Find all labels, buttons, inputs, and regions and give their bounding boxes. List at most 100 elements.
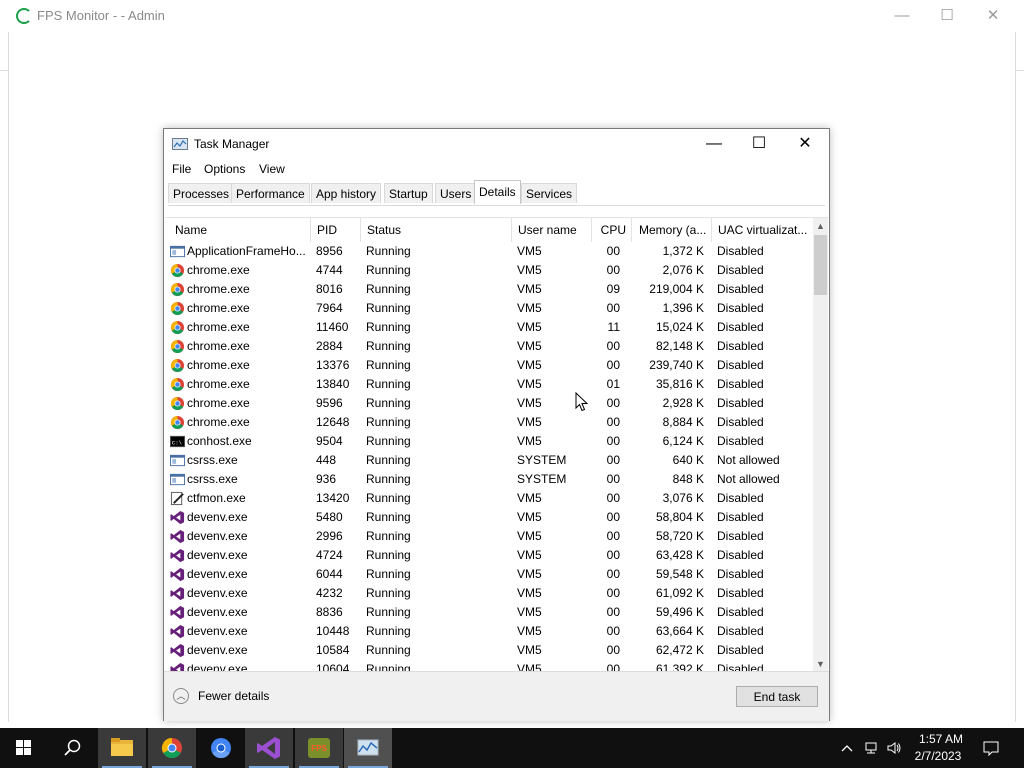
menu-file[interactable]: File [172, 162, 191, 176]
taskbar-chrome-beta[interactable] [197, 728, 245, 768]
process-pid: 5480 [316, 510, 343, 524]
process-name: chrome.exe [187, 320, 250, 334]
tab-processes[interactable]: Processes [168, 183, 235, 203]
fps-close-button[interactable]: ✕ [979, 6, 1007, 26]
tab-startup[interactable]: Startup [384, 183, 433, 203]
process-memory: 1,372 K [662, 244, 704, 258]
fewer-details-link[interactable]: Fewer details [198, 689, 269, 703]
table-row[interactable]: chrome.exe 13376 Running VM5 00 239,740 K Disa… [165, 356, 812, 375]
process-name: chrome.exe [187, 339, 250, 353]
tab-details[interactable]: Details [474, 180, 521, 204]
taskbar-file-explorer[interactable] [98, 728, 146, 768]
table-row[interactable]: devenv.exe 5480 Running VM5 00 58,804 K Disabl… [165, 508, 812, 527]
tab-app-history[interactable]: App history [311, 183, 382, 203]
process-memory: 62,472 K [655, 643, 704, 657]
process-memory: 59,496 K [655, 605, 704, 619]
volume-icon[interactable] [886, 740, 902, 756]
process-cpu: 00 [606, 244, 620, 258]
table-row[interactable]: csrss.exe 448 Running SYSTEM 00 640 K Not allo… [165, 451, 812, 470]
menu-view[interactable]: View [259, 162, 285, 176]
table-row[interactable]: chrome.exe 7964 Running VM5 00 1,396 K Disable… [165, 299, 812, 318]
taskbar-visual-studio[interactable] [245, 728, 293, 768]
process-status: Running [366, 624, 411, 638]
scrollbar-thumb[interactable] [814, 235, 827, 295]
column-header-status[interactable]: Status [361, 218, 512, 242]
taskbar-chrome[interactable] [148, 728, 196, 768]
chrome-icon [170, 282, 185, 297]
column-header-pid[interactable]: PID [311, 218, 361, 242]
fps-monitor-icon: FPS [308, 738, 330, 758]
tab-services[interactable]: Services [521, 183, 578, 203]
menu-options[interactable]: Options [204, 162, 245, 176]
fps-maximize-button[interactable]: ☐ [933, 6, 961, 26]
table-row[interactable]: chrome.exe 9596 Running VM5 00 2,928 K Disable… [165, 394, 812, 413]
process-memory: 2,928 K [662, 396, 704, 410]
svg-text:C:\: C:\ [172, 439, 183, 446]
process-cpu: 00 [606, 472, 620, 486]
process-status: Running [366, 510, 411, 524]
process-user: VM5 [517, 263, 542, 277]
process-status: Running [366, 320, 411, 334]
column-header-name[interactable]: Name [165, 218, 311, 242]
table-row[interactable]: chrome.exe 11460 Running VM5 11 15,024 K Disab… [165, 318, 812, 337]
task-manager-footer: ︿ Fewer details End task [164, 671, 829, 721]
table-row[interactable]: csrss.exe 936 Running SYSTEM 00 848 K Not allo… [165, 470, 812, 489]
vertical-scrollbar[interactable]: ▲ ▼ [813, 218, 828, 672]
table-row[interactable]: devenv.exe 4232 Running VM5 00 61,092 K Disabl… [165, 584, 812, 603]
process-user: VM5 [517, 491, 542, 505]
table-row[interactable]: devenv.exe 4724 Running VM5 00 63,428 K Disabl… [165, 546, 812, 565]
process-memory: 8,884 K [662, 415, 704, 429]
end-task-button[interactable]: End task [736, 686, 818, 707]
column-header-user-name[interactable]: User name [512, 218, 592, 242]
clock-date[interactable]: 2/7/2023 [908, 749, 968, 763]
column-header-cpu[interactable]: CPU [592, 218, 632, 242]
fps-minimize-button[interactable]: — [888, 6, 916, 26]
scroll-down-arrow-icon[interactable]: ▼ [813, 656, 828, 672]
process-name: devenv.exe [187, 605, 248, 619]
table-row[interactable]: ctfmon.exe 13420 Running VM5 00 3,076 K Disabl… [165, 489, 812, 508]
tab-performance[interactable]: Performance [231, 183, 310, 203]
fps-window-edge [8, 32, 9, 722]
table-row[interactable]: chrome.exe 2884 Running VM5 00 82,148 K Disabl… [165, 337, 812, 356]
tab-users[interactable]: Users [435, 183, 477, 203]
search-button[interactable] [48, 728, 96, 768]
process-pid: 9596 [316, 396, 343, 410]
scroll-up-arrow-icon[interactable]: ▲ [813, 218, 828, 234]
table-row[interactable]: devenv.exe 6044 Running VM5 00 59,548 K Disabl… [165, 565, 812, 584]
clock-time[interactable]: 1:57 AM [916, 732, 966, 746]
table-row[interactable]: chrome.exe 8016 Running VM5 09 219,004 K Disab… [165, 280, 812, 299]
notification-icon[interactable] [983, 740, 999, 756]
task-manager-titlebar[interactable]: Task Manager — ☐ ✕ [164, 129, 829, 159]
column-header-uac-virtualization[interactable]: UAC virtualizat... [712, 218, 812, 242]
process-user: VM5 [517, 320, 542, 334]
table-row[interactable]: ApplicationFrameHo... 8956 Running VM5 00 1,3… [165, 242, 812, 261]
table-row[interactable]: chrome.exe 13840 Running VM5 01 35,816 K Disab… [165, 375, 812, 394]
process-pid: 11460 [316, 320, 349, 334]
process-memory: 58,804 K [655, 510, 704, 524]
chevron-up-icon[interactable] [839, 740, 855, 756]
table-row[interactable]: chrome.exe 12648 Running VM5 00 8,884 K Disabl… [165, 413, 812, 432]
column-header-memory[interactable]: Memory (a... [632, 218, 712, 242]
task-manager-icon [357, 739, 379, 756]
fps-monitor-titlebar[interactable]: FPS Monitor - - Admin — ☐ ✕ [0, 0, 1024, 32]
svg-text:FPS: FPS [311, 744, 327, 753]
table-row[interactable]: C:\ conhost.exe 9504 Running VM5 00 6,124 K Dis… [165, 432, 812, 451]
chrome-icon [170, 377, 185, 392]
process-name: devenv.exe [187, 643, 248, 657]
taskbar-task-manager[interactable] [344, 728, 392, 768]
table-row[interactable]: devenv.exe 10584 Running VM5 00 62,472 K Disab… [165, 641, 812, 660]
chevron-up-circle-icon[interactable]: ︿ [173, 688, 189, 704]
table-row[interactable]: chrome.exe 4744 Running VM5 00 2,076 K Disable… [165, 261, 812, 280]
process-uac: Disabled [717, 643, 764, 657]
tm-maximize-button[interactable]: ☐ [739, 133, 779, 155]
taskbar-fps-monitor[interactable]: FPS [295, 728, 343, 768]
process-name: chrome.exe [187, 377, 250, 391]
table-row[interactable]: devenv.exe 8836 Running VM5 00 59,496 K Disabl… [165, 603, 812, 622]
tm-minimize-button[interactable]: — [694, 133, 734, 155]
tm-close-button[interactable]: ✕ [785, 133, 825, 155]
network-icon[interactable] [863, 740, 879, 756]
table-row[interactable]: devenv.exe 2996 Running VM5 00 58,720 K Disabl… [165, 527, 812, 546]
start-button[interactable] [0, 728, 48, 768]
process-status: Running [366, 377, 411, 391]
table-row[interactable]: devenv.exe 10448 Running VM5 00 63,664 K Disab… [165, 622, 812, 641]
